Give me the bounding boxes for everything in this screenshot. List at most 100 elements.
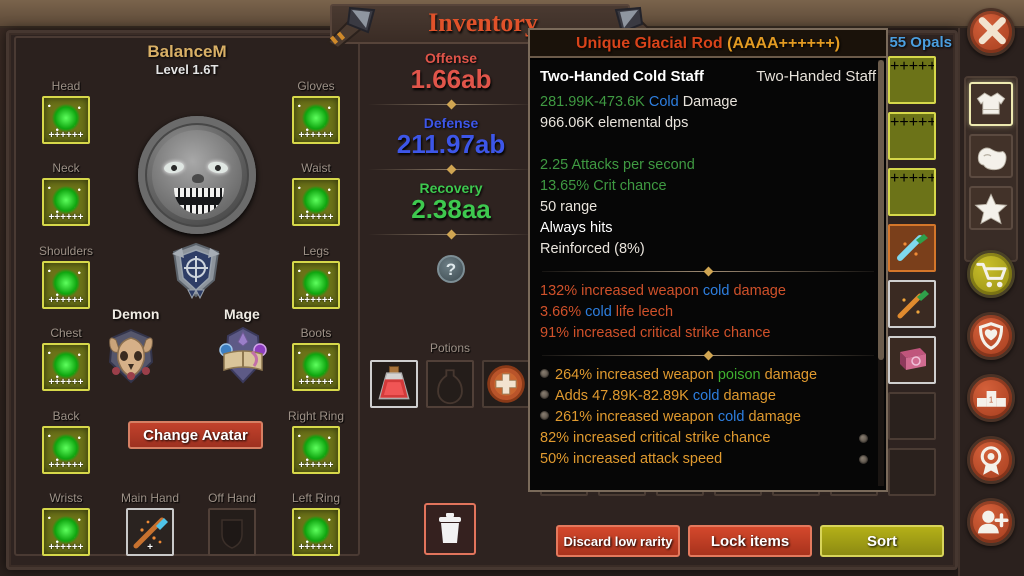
tooltip-text: 132% increased weapon: [540, 283, 703, 299]
equipment-slot-boots[interactable]: ++++++: [292, 343, 340, 391]
footer-button-discard-low-rarity[interactable]: Discard low rarity: [556, 525, 680, 557]
add-user-icon: [977, 510, 1009, 534]
slot-label-legs: Legs: [302, 244, 330, 258]
shop-button[interactable]: [967, 250, 1015, 298]
tooltip-text: life leech: [611, 304, 674, 320]
muscle-icon: [977, 147, 1007, 171]
inventory-cell[interactable]: [888, 392, 936, 440]
slot-plus-count: ++++++: [298, 295, 334, 306]
slot-label-right-ring: Right Ring: [287, 409, 345, 423]
tab-equipment[interactable]: [969, 82, 1013, 126]
inventory-cell[interactable]: [888, 448, 936, 496]
help-button[interactable]: ?: [437, 255, 465, 283]
tooltip-text: cold: [717, 409, 745, 425]
mage-class-icon[interactable]: [212, 324, 274, 386]
tooltip-subtitle-right: Two-Handed Staff: [756, 68, 876, 85]
tooltip-line: Adds 47.89K-82.89K cold damage: [540, 386, 876, 407]
equipment-slot-gloves[interactable]: ++++++: [292, 96, 340, 144]
stat-value-defense: 211.97ab: [396, 129, 506, 159]
footer-button-lock-items[interactable]: Lock items: [688, 525, 812, 557]
slot-plus-count: ++++++: [48, 212, 84, 223]
change-avatar-button[interactable]: Change Avatar: [128, 421, 263, 449]
slot-plus-count: ++++++: [48, 460, 84, 471]
avatar[interactable]: [138, 116, 256, 234]
stats-column: Offense 1.66ab Defense 211.97ab Recovery 2.38…: [368, 50, 534, 270]
tooltip-line: 13.65% Crit chance: [540, 176, 876, 197]
demon-class-icon[interactable]: [100, 324, 162, 386]
tooltip-text: Adds 47.89K-82.89K: [555, 388, 693, 404]
inventory-item[interactable]: [888, 280, 936, 328]
slot-label-neck: Neck: [52, 161, 80, 175]
equipment-slot-left-ring[interactable]: ++++++: [292, 508, 340, 556]
close-button[interactable]: [967, 8, 1015, 56]
character-level: Level 1.6T: [155, 62, 219, 77]
tooltip-text: 966.06K elemental dps: [540, 115, 689, 131]
tooltip-rolled-affixes: 264% increased weapon poison damage Adds …: [540, 365, 876, 470]
friends-button[interactable]: [967, 498, 1015, 546]
slot-label-back: Back: [52, 409, 80, 423]
podium-icon: 1: [977, 391, 1006, 407]
slot-plus-count: ++++++: [48, 130, 84, 141]
item-tooltip: Unique Glacial Rod (AAAA++++++) Two-Hand…: [528, 28, 888, 492]
slot-label-shoulders: Shoulders: [38, 244, 94, 258]
equipment-slot-off-hand[interactable]: [208, 508, 256, 556]
tooltip-text: Reinforced (8%): [540, 241, 645, 257]
potion-slot-0[interactable]: [370, 360, 418, 408]
equipment-slot-chest[interactable]: ++++++: [42, 343, 90, 391]
skull-avatar-icon: [152, 130, 242, 220]
leaderboard-button[interactable]: 1: [967, 374, 1015, 422]
slot-plus-count: ++++++: [48, 542, 84, 553]
stat-divider: [368, 228, 534, 242]
tab-stats[interactable]: [969, 134, 1013, 178]
tooltip-text: cold: [692, 388, 720, 404]
equipment-slot-wrists[interactable]: ++++++: [42, 508, 90, 556]
potion-slot-add[interactable]: [482, 360, 530, 408]
slot-plus-count: ++++++: [298, 212, 334, 223]
footer-button-sort[interactable]: Sort: [820, 525, 944, 557]
equipment-slot-legs[interactable]: ++++++: [292, 261, 340, 309]
equipment-slot-head[interactable]: ++++++: [42, 96, 90, 144]
clan-button[interactable]: [967, 312, 1015, 360]
tooltip-subtitle-left: Two-Handed Cold Staff: [540, 68, 704, 85]
svg-text:1: 1: [989, 395, 993, 404]
guild-crest-icon: [172, 242, 220, 300]
tooltip-body: Two-Handed Cold Staff Two-Handed Staff 2…: [530, 60, 886, 490]
equipment-slot-waist[interactable]: ++++++: [292, 178, 340, 226]
inventory-item[interactable]: ++++++: [888, 112, 936, 160]
tooltip-line: 2.25 Attacks per second: [540, 155, 876, 176]
slot-label-off-hand: Off Hand: [208, 491, 256, 505]
tooltip-line: [540, 134, 876, 155]
equipment-slot-main-hand[interactable]: +: [126, 508, 174, 556]
tooltip-header: Unique Glacial Rod (AAAA++++++): [530, 30, 886, 58]
tooltip-text: cold: [585, 304, 612, 320]
slot-label-head: Head: [51, 79, 81, 93]
tooltip-text: Always hits: [540, 220, 613, 236]
achievements-button[interactable]: [967, 436, 1015, 484]
stat-value-offense: 1.66ab: [410, 64, 492, 94]
equipment-slot-neck[interactable]: ++++++: [42, 178, 90, 226]
inventory-item[interactable]: [888, 336, 936, 384]
inventory-item[interactable]: ++++++: [888, 224, 936, 272]
potion-slot-1[interactable]: [426, 360, 474, 408]
inventory-item[interactable]: ++++++: [888, 56, 936, 104]
tooltip-base-stats: 281.99K-473.6K Cold Damage 966.06K elemen…: [540, 92, 876, 260]
equipment-slot-right-ring[interactable]: ++++++: [292, 426, 340, 474]
tooltip-scrollbar[interactable]: [878, 60, 884, 486]
stat-divider: [368, 98, 534, 112]
affix-bullet-icon: [540, 390, 549, 399]
item-plus-count: ++++++: [890, 58, 936, 75]
tab-skills[interactable]: [969, 186, 1013, 230]
affix-bullet-icon: [540, 411, 549, 420]
tooltip-scrollbar-thumb[interactable]: [878, 60, 884, 360]
ribbon-icon: [980, 446, 1002, 475]
tooltip-text: cold: [702, 283, 730, 299]
equipment-slot-back[interactable]: ++++++: [42, 426, 90, 474]
slot-plus-count: ++++++: [48, 377, 84, 388]
inventory-item[interactable]: ++++++: [888, 168, 936, 216]
equipment-slot-shoulders[interactable]: ++++++: [42, 261, 90, 309]
tooltip-text: 3.66%: [540, 304, 586, 320]
tooltip-rank: (AAAA++++++): [727, 35, 841, 52]
potions-label: Potions: [429, 341, 471, 355]
delete-item-button[interactable]: [424, 503, 476, 555]
character-name: BalanceM: [147, 42, 227, 61]
